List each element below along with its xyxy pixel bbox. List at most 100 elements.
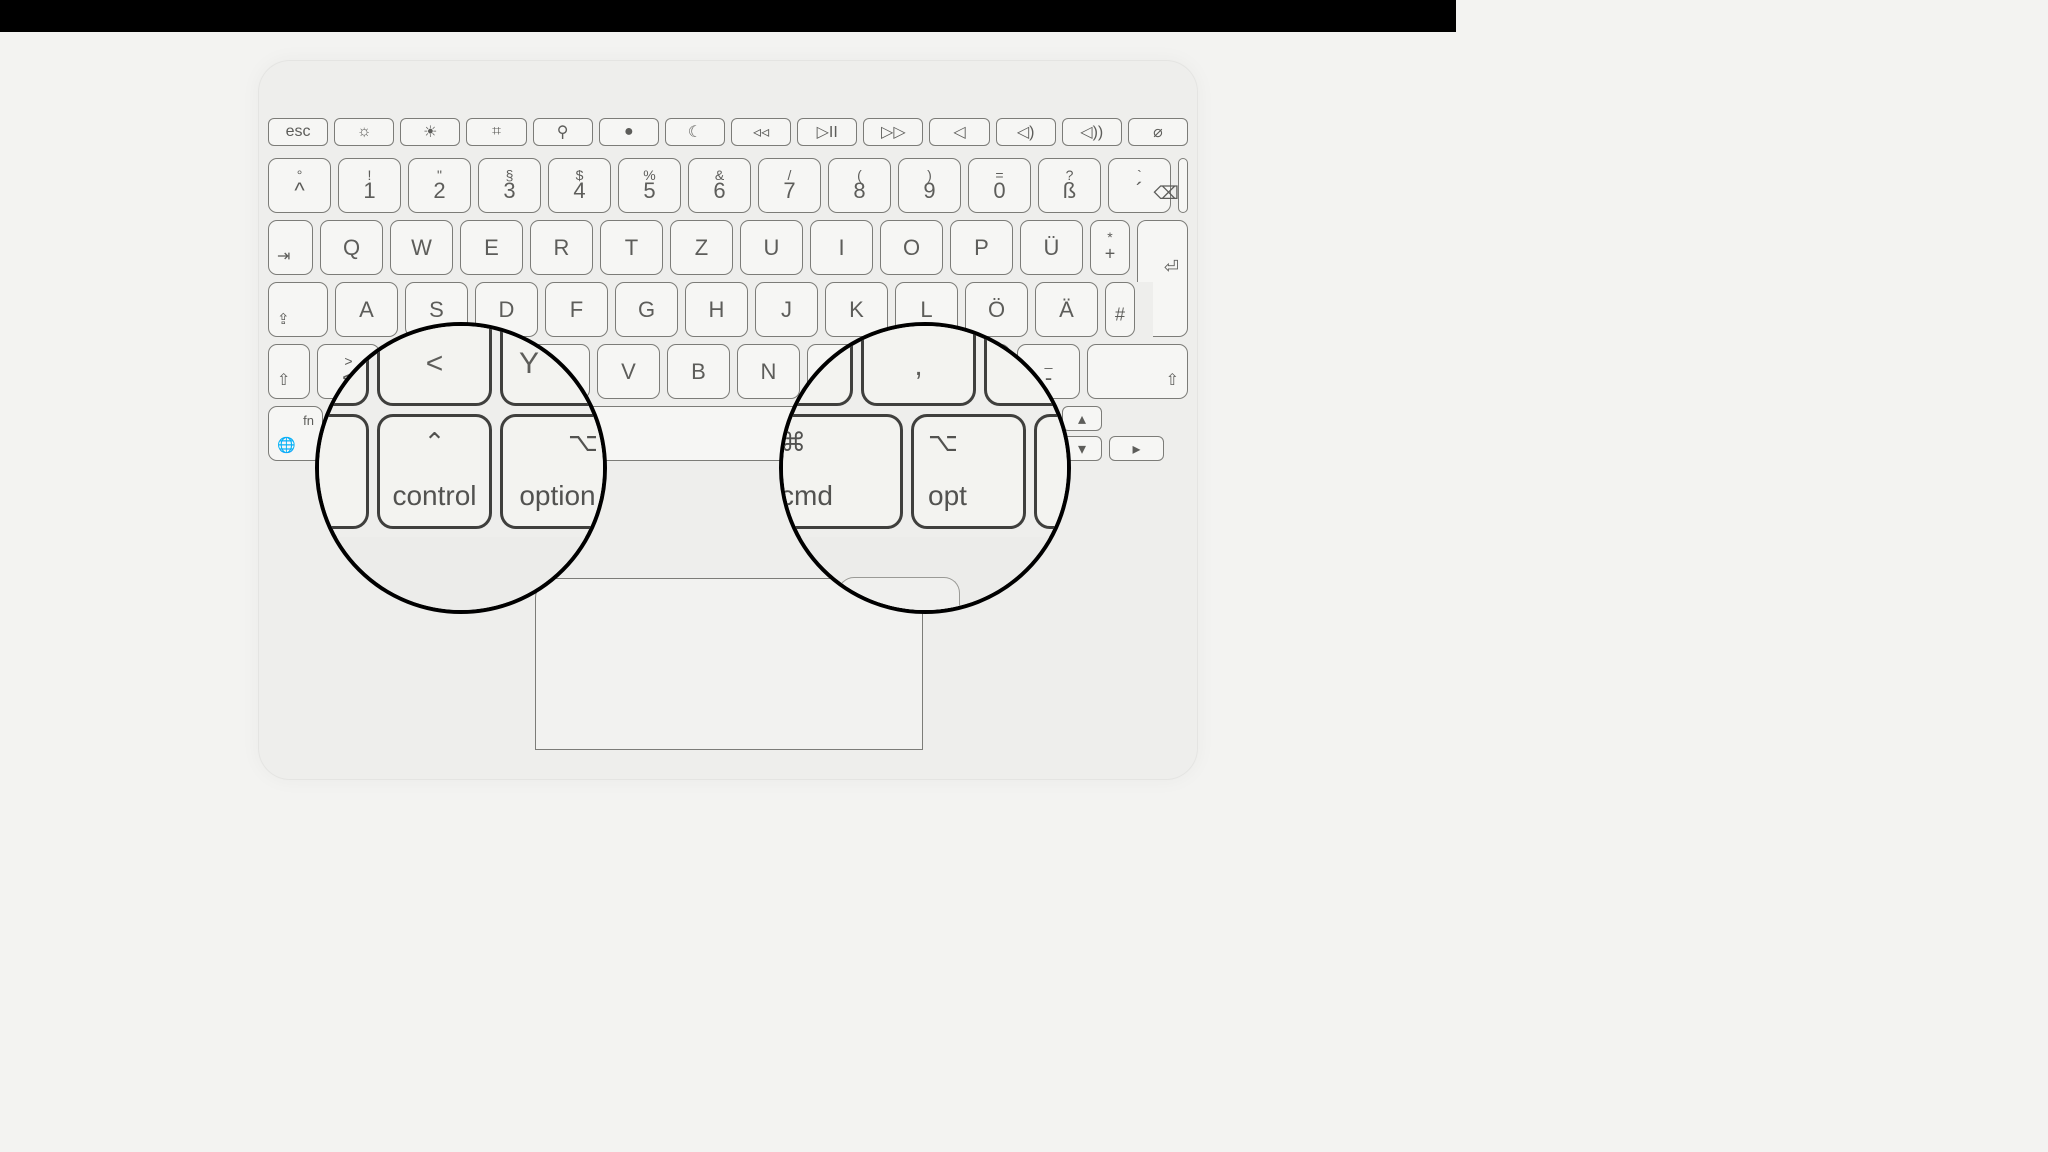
key-num-5[interactable]: %5 <box>618 158 681 213</box>
key-R[interactable]: R <box>530 220 593 275</box>
key-num-6[interactable]: &6 <box>688 158 751 213</box>
key-num-8[interactable]: (8 <box>828 158 891 213</box>
arrow-up-icon: ▴ <box>1063 409 1101 429</box>
key-fn-13[interactable]: ⌀ <box>1128 118 1188 146</box>
key-E[interactable]: E <box>460 220 523 275</box>
loupe-key-control[interactable]: ⌃ control <box>377 414 492 529</box>
arrow-right-icon: ▸ <box>1110 439 1163 459</box>
loupe-key-command[interactable]: ⌘ cmd <box>779 414 903 529</box>
command-icon: ⌘ <box>780 427 806 458</box>
backspace-icon: ⌫ <box>1154 183 1179 204</box>
glyph-K: K <box>826 297 887 323</box>
loupe-key-lt: < <box>377 322 492 406</box>
key-U[interactable]: U <box>740 220 803 275</box>
key-W[interactable]: W <box>390 220 453 275</box>
num-bot-0: ^ <box>269 178 330 204</box>
key-Ü[interactable]: Ü <box>1020 220 1083 275</box>
key-fn-glyph-10: ◁ <box>930 122 988 142</box>
key-arrow-up[interactable]: ▴ <box>1062 406 1102 431</box>
key-T[interactable]: T <box>600 220 663 275</box>
key-fn-8[interactable]: ▷II <box>797 118 857 146</box>
loupe-trackpad-edge <box>838 577 960 614</box>
key-num-1[interactable]: !1 <box>338 158 401 213</box>
key-backspace[interactable]: ⌫ <box>1178 158 1188 213</box>
loupe-key-option-right[interactable]: ⌥ opt <box>911 414 1026 529</box>
loupe-key-comma: , <box>861 322 976 406</box>
glyph-B: B <box>668 359 729 385</box>
glyph-S: S <box>406 297 467 323</box>
loupe-key-shift <box>315 322 369 406</box>
loupe-key-option-left[interactable]: ⌥ option <box>500 414 607 529</box>
option-icon: ⌥ <box>568 427 598 458</box>
key-hash[interactable]: # <box>1105 282 1135 337</box>
key-fn-glyph-7: ◃◃ <box>732 122 790 142</box>
key-num-4[interactable]: $4 <box>548 158 611 213</box>
key-fn-glyph-1: ☼ <box>335 123 393 141</box>
return-notch <box>1137 282 1153 337</box>
key-fn-glyph-13: ⌀ <box>1129 122 1187 142</box>
key-fn-9[interactable]: ▷▷ <box>863 118 923 146</box>
key-fn-glyph-11: ◁) <box>997 122 1055 142</box>
glyph-I: I <box>811 235 872 261</box>
key-P[interactable]: P <box>950 220 1013 275</box>
key-Q[interactable]: Q <box>320 220 383 275</box>
key-fn-0[interactable]: esc <box>268 118 328 146</box>
glyph-T: T <box>601 235 662 261</box>
hash-glyph: # <box>1106 304 1134 325</box>
key-H[interactable]: H <box>685 282 748 337</box>
option-label: option <box>503 480 607 512</box>
key-num-ß[interactable]: ?ß <box>1038 158 1101 213</box>
control-icon: ⌃ <box>380 427 489 458</box>
key-fn-1[interactable]: ☼ <box>334 118 394 146</box>
loupe-key-arrow-partial <box>1034 414 1071 529</box>
key-comma-glyph: , <box>864 349 973 383</box>
key-shift-right[interactable]: ⇧ <box>1087 344 1188 399</box>
num-bot-3: 3 <box>479 178 540 204</box>
key-arrow-right[interactable]: ▸ <box>1109 436 1164 461</box>
key-shift-left[interactable]: ⇧ <box>268 344 310 399</box>
key-fn-3[interactable]: ⌗ <box>466 118 526 146</box>
key-fn-glyph-9: ▷▷ <box>864 122 922 142</box>
key-plus[interactable]: *+ <box>1090 220 1130 275</box>
num-bot-10: 0 <box>969 178 1030 204</box>
option-label: opt <box>928 480 967 512</box>
loupe-key-m-partial <box>779 322 853 406</box>
glyph-R: R <box>531 235 592 261</box>
key-fn-4[interactable]: ⚲ <box>533 118 593 146</box>
num-bot-2: 2 <box>409 178 470 204</box>
return-icon: ⏎ <box>1164 257 1179 278</box>
key-fn-10[interactable]: ◁ <box>929 118 989 146</box>
key-O[interactable]: O <box>880 220 943 275</box>
key-fn-glyph-2: ☀ <box>401 122 459 142</box>
key-num-9[interactable]: )9 <box>898 158 961 213</box>
key-fn-11[interactable]: ◁) <box>996 118 1056 146</box>
key-num-2[interactable]: "2 <box>408 158 471 213</box>
key-fn-glyph-12: ◁)) <box>1063 122 1121 142</box>
key-fn-5[interactable]: ● <box>599 118 659 146</box>
key-num-^[interactable]: °^ <box>268 158 331 213</box>
glyph-U: U <box>741 235 802 261</box>
loupe-key-period-partial <box>984 322 1071 406</box>
key-num-0[interactable]: =0 <box>968 158 1031 213</box>
key-Z[interactable]: Z <box>670 220 733 275</box>
key-fn-12[interactable]: ◁)) <box>1062 118 1122 146</box>
key-V[interactable]: V <box>597 344 660 399</box>
key-G[interactable]: G <box>615 282 678 337</box>
key-tab[interactable]: ⇥ <box>268 220 313 275</box>
key-B[interactable]: B <box>667 344 730 399</box>
key-fn-2[interactable]: ☀ <box>400 118 460 146</box>
key-num-3[interactable]: §3 <box>478 158 541 213</box>
glyph-Z: Z <box>671 235 732 261</box>
glyph-J: J <box>756 297 817 323</box>
num-bot-8: 8 <box>829 178 890 204</box>
shift-l-icon: ⇧ <box>277 370 290 390</box>
glyph-P: P <box>951 235 1012 261</box>
loupe-key-y: Y <box>500 322 607 406</box>
key-num-7[interactable]: /7 <box>758 158 821 213</box>
key-fn-7[interactable]: ◃◃ <box>731 118 791 146</box>
key-I[interactable]: I <box>810 220 873 275</box>
glyph-Q: Q <box>321 235 382 261</box>
key-fn-6[interactable]: ☾ <box>665 118 725 146</box>
key-y-glyph: Y <box>519 347 607 381</box>
glyph-H: H <box>686 297 747 323</box>
